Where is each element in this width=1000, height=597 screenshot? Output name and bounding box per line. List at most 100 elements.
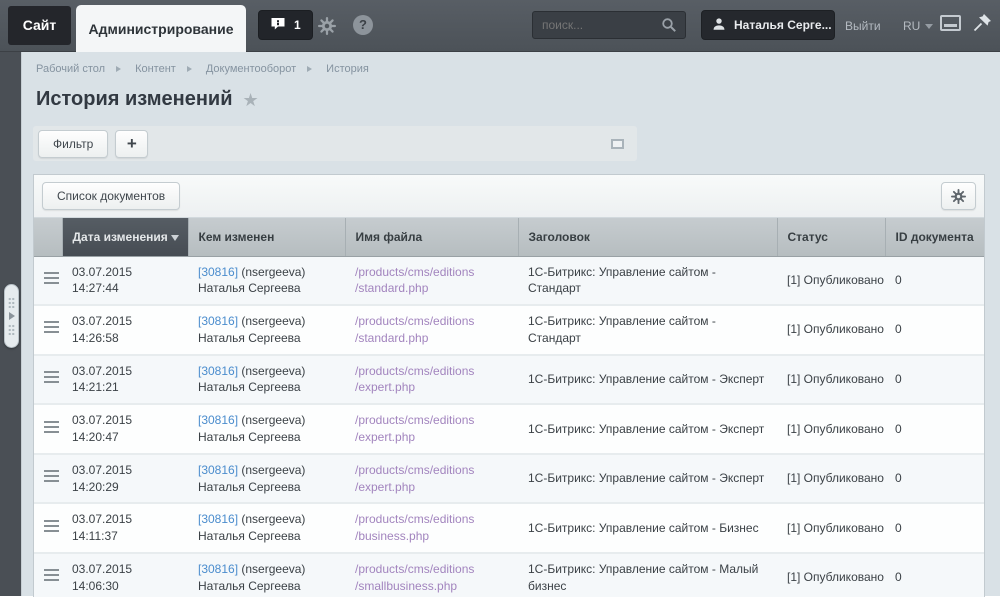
change-time: 14:06:30: [72, 579, 119, 593]
user-id-link[interactable]: [30816]: [198, 265, 238, 279]
doc-id-cell: 0: [885, 305, 984, 355]
row-menu-cell: [34, 553, 62, 597]
table-row[interactable]: 03.07.2015 14:20:29 [30816] (nsergeeva) …: [34, 454, 984, 504]
breadcrumb-workflow[interactable]: Документооборот: [206, 63, 296, 75]
user-menu-button[interactable]: Наталья Серге...: [701, 10, 835, 40]
user-id-link[interactable]: [30816]: [198, 463, 238, 477]
user-id-link[interactable]: [30816]: [198, 562, 238, 576]
page-content: Рабочий стол Контент Документооборот Ист…: [23, 52, 1000, 596]
breadcrumb-arrow-icon: [187, 66, 195, 72]
file-name-link[interactable]: /expert.php: [355, 379, 508, 396]
notifications-button[interactable]: 1: [258, 10, 313, 40]
row-actions-menu-icon[interactable]: [44, 371, 59, 383]
breadcrumb-desktop[interactable]: Рабочий стол: [36, 63, 105, 75]
documents-list-button[interactable]: Список документов: [42, 182, 180, 210]
user-full-name: Наталья Сергеева: [198, 331, 301, 345]
row-actions-menu-icon[interactable]: [44, 520, 59, 532]
file-path-link[interactable]: /products/cms/editions: [355, 264, 508, 281]
breadcrumb-arrow-icon: [307, 66, 315, 72]
column-modified-by[interactable]: Кем изменен: [188, 218, 345, 256]
change-time: 14:20:47: [72, 430, 119, 444]
breadcrumb-history[interactable]: История: [326, 63, 369, 75]
table-row[interactable]: 03.07.2015 14:21:21 [30816] (nsergeeva) …: [34, 355, 984, 405]
file-name-link[interactable]: /standard.php: [355, 280, 508, 297]
row-menu-cell: [34, 305, 62, 355]
row-actions-menu-icon[interactable]: [44, 470, 59, 482]
file-path-link[interactable]: /products/cms/editions: [355, 313, 508, 330]
file-name-link[interactable]: /smallbusiness.php: [355, 578, 508, 595]
doc-id-cell: 0: [885, 256, 984, 305]
file-name-link[interactable]: /standard.php: [355, 330, 508, 347]
user-id-link[interactable]: [30816]: [198, 314, 238, 328]
favorite-star-icon[interactable]: ★: [243, 91, 259, 109]
tab-site[interactable]: Сайт: [8, 6, 71, 45]
change-date: 03.07.2015: [72, 413, 132, 427]
grid-settings-button[interactable]: [941, 182, 976, 210]
change-date: 03.07.2015: [72, 562, 132, 576]
date-cell: 03.07.2015 14:21:21: [62, 355, 188, 405]
language-selector[interactable]: RU: [903, 19, 933, 33]
user-login: (nsergeeva): [241, 512, 305, 526]
doc-id-cell: 0: [885, 553, 984, 597]
date-cell: 03.07.2015 14:20:47: [62, 404, 188, 454]
status-cell: [1] Опубликовано: [777, 355, 885, 405]
file-path-link[interactable]: /products/cms/editions: [355, 511, 508, 528]
table-row[interactable]: 03.07.2015 14:27:44 [30816] (nsergeeva) …: [34, 256, 984, 305]
column-date[interactable]: Дата изменения: [62, 218, 188, 256]
file-name-link[interactable]: /expert.php: [355, 479, 508, 496]
help-icon[interactable]: ?: [353, 15, 373, 35]
user-id-link[interactable]: [30816]: [198, 413, 238, 427]
filename-cell: /products/cms/editions /standard.php: [345, 256, 518, 305]
column-filename[interactable]: Имя файла: [345, 218, 518, 256]
title-cell: 1С-Битрикс: Управление сайтом - Эксперт: [518, 404, 777, 454]
table-row[interactable]: 03.07.2015 14:26:58 [30816] (nsergeeva) …: [34, 305, 984, 355]
column-doc-id[interactable]: ID документа: [885, 218, 984, 256]
table-row[interactable]: 03.07.2015 14:20:47 [30816] (nsergeeva) …: [34, 404, 984, 454]
tab-administration[interactable]: Администрирование: [76, 5, 246, 53]
filename-cell: /products/cms/editions /expert.php: [345, 404, 518, 454]
file-path-link[interactable]: /products/cms/editions: [355, 363, 508, 380]
title-cell: 1С-Битрикс: Управление сайтом - Стандарт: [518, 256, 777, 305]
row-actions-menu-icon[interactable]: [44, 421, 59, 433]
user-full-name: Наталья Сергеева: [198, 281, 301, 295]
file-path-link[interactable]: /products/cms/editions: [355, 412, 508, 429]
user-full-name: Наталья Сергеева: [198, 579, 301, 593]
search-icon[interactable]: [661, 17, 677, 33]
topbar-search: [532, 11, 686, 39]
doc-id-cell: 0: [885, 404, 984, 454]
filter-button[interactable]: Фильтр: [38, 130, 108, 158]
file-path-link[interactable]: /products/cms/editions: [355, 462, 508, 479]
file-path-link[interactable]: /products/cms/editions: [355, 561, 508, 578]
user-icon: [712, 17, 726, 34]
column-title[interactable]: Заголовок: [518, 218, 777, 256]
pin-icon[interactable]: [972, 13, 992, 33]
breadcrumb-content[interactable]: Контент: [135, 63, 176, 75]
row-actions-menu-icon[interactable]: [44, 272, 59, 284]
title-cell: 1С-Битрикс: Управление сайтом - Стандарт: [518, 305, 777, 355]
notification-bubble-icon: [270, 17, 286, 34]
filter-settings-icon[interactable]: [611, 139, 624, 149]
handle-dots: [8, 324, 15, 335]
table-row[interactable]: 03.07.2015 14:11:37 [30816] (nsergeeva) …: [34, 503, 984, 553]
row-menu-cell: [34, 355, 62, 405]
user-id-link[interactable]: [30816]: [198, 364, 238, 378]
hotkeys-keyboard-icon[interactable]: [940, 15, 961, 31]
user-id-link[interactable]: [30816]: [198, 512, 238, 526]
row-actions-menu-icon[interactable]: [44, 569, 59, 581]
sidebar-expand-handle[interactable]: [4, 284, 19, 348]
settings-gear-icon[interactable]: [318, 17, 336, 35]
file-name-link[interactable]: /business.php: [355, 528, 508, 545]
date-cell: 03.07.2015 14:26:58: [62, 305, 188, 355]
column-status[interactable]: Статус: [777, 218, 885, 256]
change-time: 14:26:58: [72, 331, 119, 345]
topbar: Сайт Администрирование 1 ? Наталья Серге…: [0, 0, 1000, 52]
logout-link[interactable]: Выйти: [845, 19, 881, 33]
add-filter-button[interactable]: +: [115, 130, 148, 158]
table-row[interactable]: 03.07.2015 14:06:30 [30816] (nsergeeva) …: [34, 553, 984, 597]
file-name-link[interactable]: /expert.php: [355, 429, 508, 446]
collapsed-sidebar: [0, 52, 22, 596]
status-cell: [1] Опубликовано: [777, 404, 885, 454]
row-actions-menu-icon[interactable]: [44, 321, 59, 333]
search-input[interactable]: [533, 18, 661, 32]
table-body: 03.07.2015 14:27:44 [30816] (nsergeeva) …: [34, 256, 984, 597]
